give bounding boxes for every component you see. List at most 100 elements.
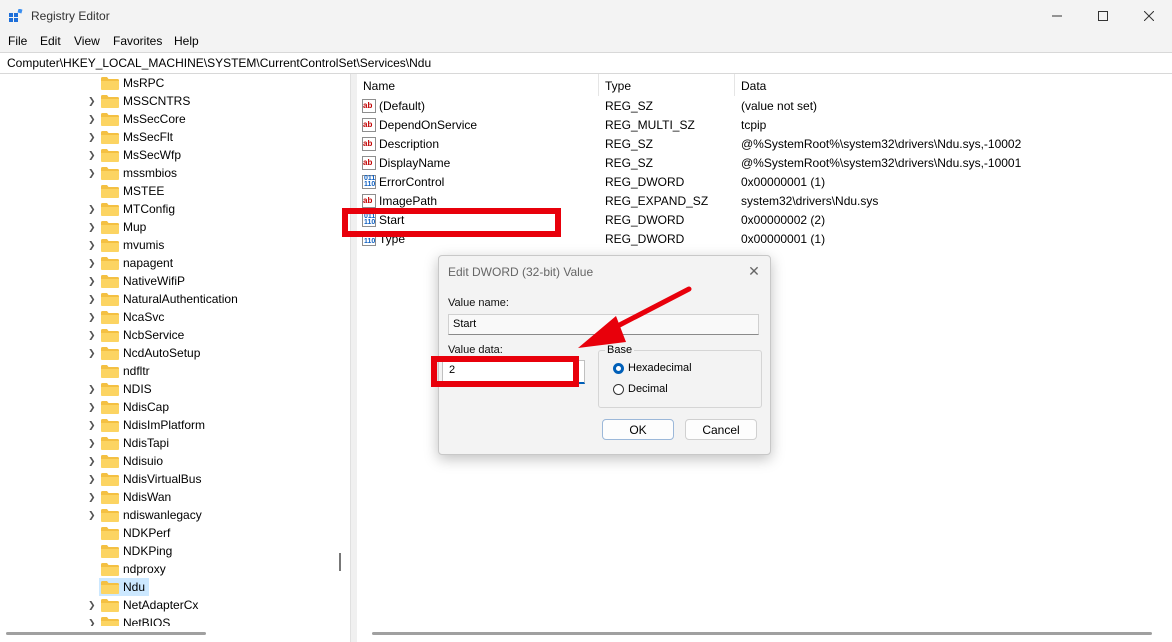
tree-item[interactable]: MSTEE [0, 182, 333, 200]
close-button[interactable] [1126, 0, 1172, 32]
value-row[interactable]: ab (Default) REG_SZ (value not set) [357, 97, 1172, 116]
chevron-right-icon[interactable]: ❯ [88, 310, 98, 324]
chevron-right-icon[interactable]: ❯ [88, 382, 98, 396]
tree-item[interactable]: ❯ NdisVirtualBus [0, 470, 333, 488]
menu-file[interactable]: File [8, 34, 27, 48]
tree-item[interactable]: ❯ NcbService [0, 326, 333, 344]
menu-help[interactable]: Help [174, 34, 199, 48]
folder-icon [101, 131, 119, 144]
cancel-button[interactable]: Cancel [685, 419, 757, 440]
scrollbar-thumb[interactable] [372, 632, 1152, 635]
chevron-right-icon[interactable]: ❯ [88, 490, 98, 504]
decimal-radio[interactable] [613, 384, 624, 395]
chevron-right-icon[interactable]: ❯ [88, 112, 98, 126]
chevron-right-icon[interactable]: ❯ [88, 148, 98, 162]
tree-item[interactable]: ❯ MTConfig [0, 200, 333, 218]
address-bar[interactable]: Computer\HKEY_LOCAL_MACHINE\SYSTEM\Curre… [0, 52, 1172, 74]
folder-icon [101, 95, 119, 108]
tree-item[interactable]: ❯ MsSecWfp [0, 146, 333, 164]
hexadecimal-radio[interactable] [613, 363, 624, 374]
folder-icon [101, 545, 119, 558]
chevron-right-icon[interactable]: ❯ [88, 220, 98, 234]
ok-button[interactable]: OK [602, 419, 674, 440]
value-row[interactable]: 011 110 ErrorControl REG_DWORD 0x00000001 (1… [357, 173, 1172, 192]
tree-item[interactable]: NDKPerf [0, 524, 333, 542]
tree-item[interactable]: ❯ napagent [0, 254, 333, 272]
chevron-right-icon[interactable]: ❯ [88, 202, 98, 216]
value-row[interactable]: ab DependOnService REG_MULTI_SZ tcpip [357, 116, 1172, 135]
tree-item[interactable]: ❯ Ndisuio [0, 452, 333, 470]
column-header-type[interactable]: Type [599, 74, 735, 96]
chevron-right-icon[interactable]: ❯ [88, 292, 98, 306]
value-type: REG_EXPAND_SZ [605, 194, 709, 208]
chevron-right-icon[interactable]: ❯ [88, 238, 98, 252]
tree-item[interactable]: ❯ MsSecCore [0, 110, 333, 128]
tree-item[interactable]: ❯ ndiswanlegacy [0, 506, 333, 524]
tree-item[interactable]: ❯ NcdAutoSetup [0, 344, 333, 362]
chevron-right-icon[interactable]: ❯ [88, 436, 98, 450]
string-value-icon: ab [362, 137, 376, 151]
decimal-label[interactable]: Decimal [628, 383, 668, 395]
chevron-right-icon[interactable]: ❯ [88, 256, 98, 270]
tree-item[interactable]: ❯ NdisCap [0, 398, 333, 416]
tree-item-label: NdisCap [123, 400, 170, 414]
tree-item[interactable]: ndproxy [0, 560, 333, 578]
title-bar: Registry Editor [0, 0, 1172, 32]
value-type: REG_SZ [605, 99, 654, 113]
value-row[interactable]: ab DisplayName REG_SZ @%SystemRoot%\system3… [357, 154, 1172, 173]
tree-horizontal-scrollbar[interactable] [0, 626, 333, 642]
menu-view[interactable]: View [74, 34, 100, 48]
tree-item[interactable]: MsRPC [0, 74, 333, 92]
tree-item[interactable]: ❯ NativeWifiP [0, 272, 333, 290]
chevron-right-icon[interactable]: ❯ [88, 166, 98, 180]
tree-item[interactable]: ❯ NdisImPlatform [0, 416, 333, 434]
key-tree[interactable]: MsRPC ❯ MSSCNTRS ❯ MsSecCore ❯ MsSecFlt ❯ MsSecW… [0, 74, 333, 626]
value-row[interactable]: ab Description REG_SZ @%SystemRoot%\system3… [357, 135, 1172, 154]
minimize-button[interactable] [1034, 0, 1080, 32]
tree-item[interactable]: ❯ mssmbios [0, 164, 333, 182]
tree-item-label: MTConfig [123, 202, 176, 216]
column-header-data[interactable]: Data [735, 74, 1171, 96]
chevron-right-icon[interactable]: ❯ [88, 130, 98, 144]
tree-item[interactable]: ❯ NaturalAuthentication [0, 290, 333, 308]
tree-item[interactable]: ❯ NdisWan [0, 488, 333, 506]
scrollbar-thumb[interactable] [6, 632, 206, 635]
menu-edit[interactable]: Edit [40, 34, 61, 48]
tree-item[interactable]: ❯ NetAdapterCx [0, 596, 333, 614]
tree-item[interactable]: Ndu [0, 578, 333, 596]
chevron-right-icon[interactable]: ❯ [88, 400, 98, 414]
chevron-right-icon[interactable]: ❯ [88, 94, 98, 108]
value-data-label: Value data: [448, 344, 503, 356]
chevron-right-icon[interactable]: ❯ [88, 472, 98, 486]
folder-icon [101, 419, 119, 432]
tree-item[interactable]: ❯ NdisTapi [0, 434, 333, 452]
tree-item[interactable]: ❯ NDIS [0, 380, 333, 398]
tree-item[interactable]: ❯ Mup [0, 218, 333, 236]
maximize-button[interactable] [1080, 0, 1126, 32]
tree-item[interactable]: NDKPing [0, 542, 333, 560]
dialog-close-button[interactable]: ✕ [744, 261, 764, 281]
address-path[interactable]: Computer\HKEY_LOCAL_MACHINE\SYSTEM\Curre… [7, 56, 431, 70]
chevron-right-icon[interactable]: ❯ [88, 328, 98, 342]
menu-favorites[interactable]: Favorites [113, 34, 162, 48]
chevron-right-icon[interactable]: ❯ [88, 274, 98, 288]
column-header-name[interactable]: Name [357, 74, 599, 96]
tree-vertical-scrollbar[interactable] [339, 553, 341, 571]
chevron-right-icon[interactable]: ❯ [88, 616, 98, 626]
value-name: DependOnService [379, 118, 478, 132]
tree-item[interactable]: ❯ mvumis [0, 236, 333, 254]
tree-item[interactable]: ❯ NetBIOS [0, 614, 333, 626]
chevron-right-icon[interactable]: ❯ [88, 418, 98, 432]
tree-item-label: MSSCNTRS [123, 94, 191, 108]
tree-item[interactable]: ndfltr [0, 362, 333, 380]
tree-item[interactable]: ❯ MsSecFlt [0, 128, 333, 146]
hexadecimal-label[interactable]: Hexadecimal [628, 362, 692, 374]
chevron-right-icon[interactable]: ❯ [88, 598, 98, 612]
chevron-right-icon[interactable]: ❯ [88, 346, 98, 360]
values-horizontal-scrollbar[interactable] [357, 626, 1172, 642]
tree-item[interactable]: ❯ NcaSvc [0, 308, 333, 326]
chevron-right-icon[interactable]: ❯ [88, 454, 98, 468]
chevron-right-icon[interactable]: ❯ [88, 508, 98, 522]
base-label: Base [605, 344, 635, 356]
tree-item[interactable]: ❯ MSSCNTRS [0, 92, 333, 110]
